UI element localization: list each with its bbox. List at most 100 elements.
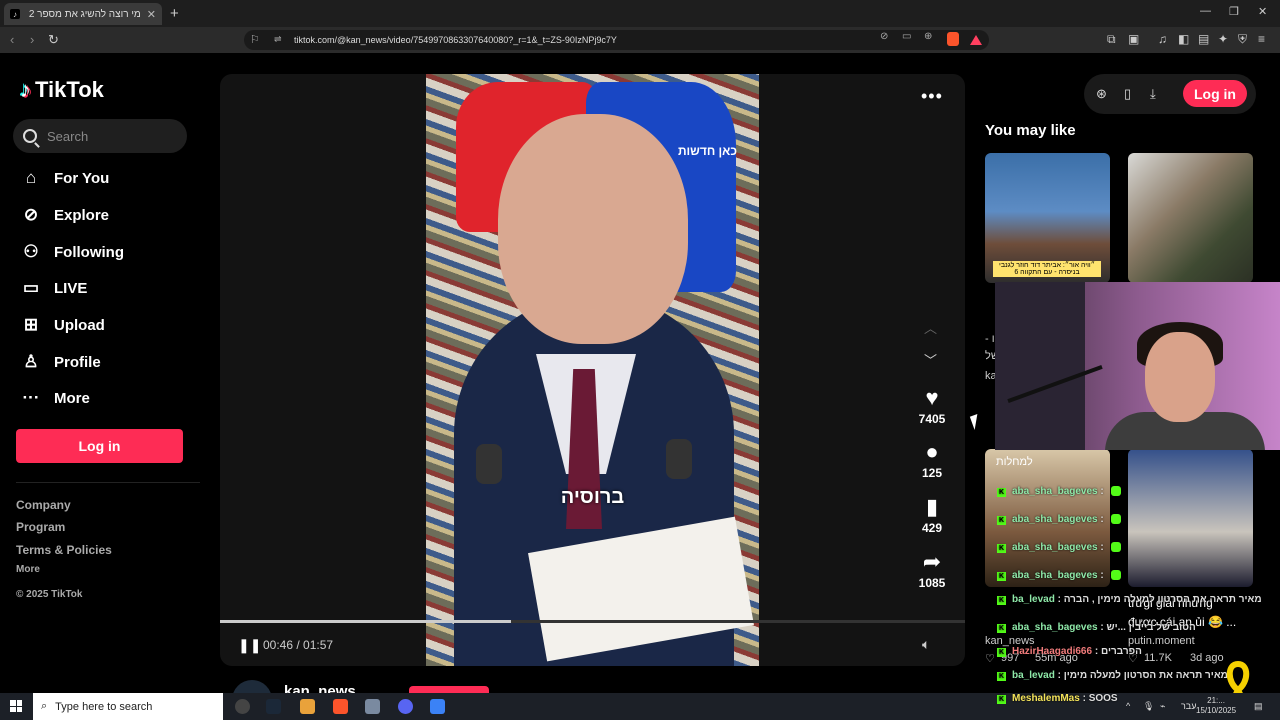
chat-user: aba_sha_bageves (1012, 514, 1098, 525)
recommended-thumb-4[interactable] (1128, 449, 1253, 587)
url-text: tiktok.com/@kan_news/video/7549970863307… (294, 35, 617, 45)
tiktok-note-icon: ♪ (20, 77, 31, 102)
sidebar-divider (16, 482, 200, 483)
video-time: 00:46 / 01:57 (263, 638, 334, 652)
comment-icon[interactable]: ● (910, 440, 954, 464)
bookmark-icon[interactable]: ▮ (910, 495, 954, 519)
sidebar-icon[interactable]: ◧ (1178, 32, 1189, 46)
save-action[interactable]: ▮ 429 (910, 495, 954, 536)
discord-app-icon[interactable] (398, 699, 413, 714)
nav-label: Explore (54, 206, 110, 224)
chevron-down-icon[interactable]: ﹀ (924, 350, 937, 369)
brave-shields-icon[interactable] (947, 32, 959, 46)
taskbar-search-input[interactable]: ⌕ Type here to search (33, 693, 223, 720)
following-icon: ⚇ (23, 242, 39, 261)
input-language[interactable]: עבר (1181, 701, 1196, 711)
site-info-icon[interactable]: ⇌ (274, 34, 282, 45)
bookmark-icon[interactable]: ⚐ (250, 33, 260, 46)
recommended-thumb-1[interactable]: ״וויה אור״: אביתר דוד חוזר לגנבי בניסרה … (985, 153, 1110, 283)
nav-following[interactable]: ⚇ Following (20, 239, 124, 265)
search-input[interactable]: Search (13, 119, 187, 153)
extensions-icon[interactable]: ⧉ (1107, 32, 1116, 47)
wallet-icon[interactable]: ▤ (1198, 32, 1209, 46)
zoom-icon[interactable]: ⊕ (924, 31, 932, 42)
nav-upload[interactable]: ⊞ Upload (20, 312, 105, 338)
live-icon: ▭ (22, 278, 40, 297)
music-icon[interactable]: ♫ (1158, 32, 1167, 46)
reload-icon[interactable]: ↻ (48, 32, 59, 48)
files-app-icon[interactable] (300, 699, 315, 714)
tiktok-logo[interactable]: ♪ TikTok (20, 77, 104, 103)
close-window-button[interactable]: ✕ (1258, 5, 1267, 18)
coins-icon[interactable]: ⊛ (1096, 86, 1107, 102)
browser-tab[interactable]: ♪ מי רוצה להשיג את מספר 2 של ✕ (4, 3, 162, 25)
tray-chevron-icon[interactable]: ^ (1126, 701, 1130, 711)
menu-icon[interactable]: ≡ (1258, 32, 1265, 46)
heart-icon[interactable]: ♥ (910, 386, 954, 410)
close-tab-icon[interactable]: ✕ (147, 8, 156, 21)
logo-text: TikTok (35, 77, 104, 102)
taskbar-search-placeholder: Type here to search (55, 700, 153, 713)
nav-for-you[interactable]: ⌂ For You (20, 165, 109, 191)
screenshot-icon[interactable]: ▣ (1128, 32, 1139, 46)
notifications-icon[interactable]: ▤ (1254, 701, 1263, 712)
chat-emote-icon (1110, 486, 1121, 497)
chat-user: aba_sha_bageves (1012, 542, 1098, 553)
taskbar-clock[interactable]: 21:... 15/10/2025 (1196, 696, 1236, 716)
back-icon[interactable]: ‹ (10, 32, 14, 47)
obs-app-icon[interactable] (235, 699, 250, 714)
chat-text: הטוב של בייבין ...יש (1106, 622, 1196, 633)
volume-icon[interactable]: 🔈︎ (922, 636, 930, 653)
device-icon[interactable]: ▯ (1124, 86, 1131, 102)
steam-app-icon[interactable] (266, 699, 281, 714)
footer-more[interactable]: More (16, 564, 40, 575)
network-tray-icon[interactable]: ⌁ (1160, 701, 1165, 712)
thumb-caption: ״וויה אור״: אביתר דוד חוזר לגנבי בניסרה … (993, 261, 1101, 277)
tab-title: מי רוצה להשיג את מספר 2 של (26, 8, 141, 20)
mic-tray-icon[interactable]: 🎙︎ (1143, 701, 1154, 712)
shield-app-icon[interactable] (365, 699, 380, 714)
you-may-like-heading: You may like (985, 122, 1076, 139)
minimize-button[interactable]: — (1200, 5, 1211, 17)
share-icon[interactable]: ➦ (910, 550, 954, 574)
footer-terms[interactable]: Terms & Policies (16, 543, 112, 557)
forward-icon[interactable]: › (30, 32, 34, 47)
footer-program[interactable]: Program (16, 520, 65, 534)
footer-company[interactable]: Company (16, 498, 71, 512)
download-icon[interactable]: ⤓ (1150, 86, 1156, 102)
no-camera-icon[interactable]: ⊘ (880, 31, 888, 42)
new-tab-button[interactable]: + (170, 5, 179, 22)
restore-button[interactable]: ❐ (1229, 5, 1239, 18)
pause-icon[interactable]: ❚❚ (238, 637, 261, 654)
recommended-thumb-2[interactable] (1128, 153, 1253, 283)
rec1-heart-icon: ♡ (985, 653, 995, 665)
brave-app-icon[interactable] (333, 699, 348, 714)
progress-fill (220, 620, 511, 623)
windows-start-icon[interactable] (10, 700, 22, 712)
brave-rewards-icon[interactable] (970, 35, 982, 45)
progress-bar[interactable] (220, 620, 965, 623)
share-action[interactable]: ➦ 1085 (910, 550, 954, 591)
nav-profile[interactable]: ♙ Profile (20, 349, 100, 375)
comment-action[interactable]: ● 125 (910, 440, 954, 481)
kick-icon: K (997, 672, 1006, 681)
cast-icon[interactable]: ▭ (902, 31, 911, 42)
tiktok-favicon-icon: ♪ (10, 9, 20, 19)
video-frame[interactable]: כאן חדשות ברוסיה (426, 74, 759, 666)
login-button[interactable]: Log in (16, 429, 183, 463)
leo-ai-icon[interactable]: ✦ (1218, 32, 1228, 46)
nav-live[interactable]: ▭ LIVE (20, 275, 87, 301)
more-options-icon[interactable]: ••• (921, 86, 943, 107)
kick-icon: K (997, 695, 1006, 704)
video-player[interactable]: כאן חדשות ברוסיה ❚❚ 00:46 / 01:57 🔈︎ (220, 74, 965, 666)
app-icon[interactable] (430, 699, 445, 714)
address-bar[interactable]: ⚐ ⇌ tiktok.com/@kan_news/video/754997086… (244, 30, 989, 50)
chevron-up-icon[interactable]: ︿ (924, 318, 937, 337)
vpn-icon[interactable]: ⛨ (1238, 32, 1247, 47)
nav-label: Upload (54, 316, 105, 334)
like-action[interactable]: ♥ 7405 (910, 386, 954, 427)
header-login-button[interactable]: Log in (1183, 80, 1247, 107)
nav-more[interactable]: ··· More (20, 385, 90, 411)
nav-explore[interactable]: ⊘ Explore (20, 202, 109, 228)
chat-emote-icon (1110, 542, 1121, 553)
